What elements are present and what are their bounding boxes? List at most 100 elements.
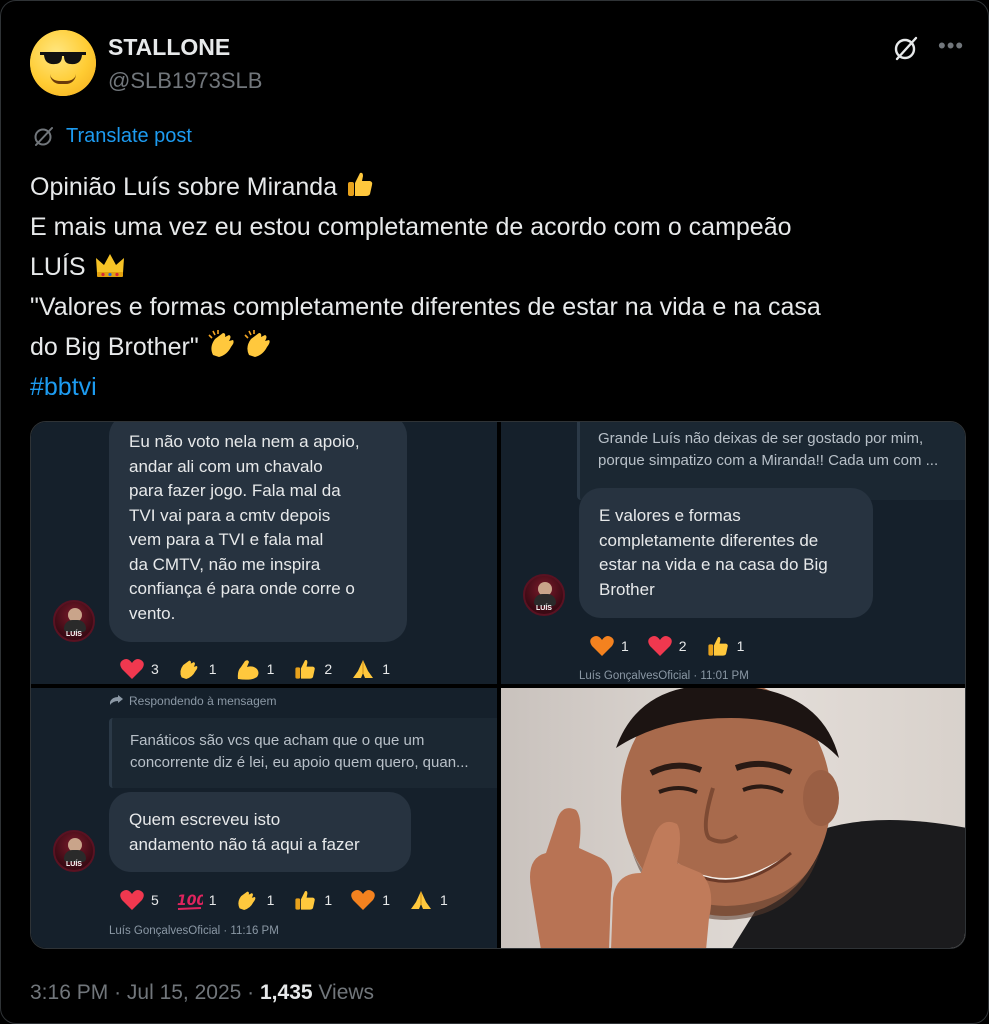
chat-message-bubble: Eu não voto nela nem a apoio, andar ali … (109, 422, 407, 642)
man-thumbs-up-photo[interactable] (501, 688, 965, 948)
reaction-count: 5 (151, 892, 159, 908)
reaction-count: 1 (266, 892, 275, 908)
orange-heart-icon (589, 634, 615, 658)
reaction-count: 1 (382, 661, 390, 677)
clapping-hands-icon (208, 330, 234, 357)
translate-label: Translate post (66, 124, 192, 147)
message-line: andamento não tá aqui a fazer (129, 834, 360, 854)
reactions-row: 1 2 1 (589, 634, 762, 658)
message-line: vento. (129, 603, 176, 623)
chat-message-bubble: E valores e formas completamente diferen… (579, 488, 873, 618)
clapping-hands-icon (235, 888, 261, 912)
message-line: completamente diferentes de (599, 530, 819, 550)
thumbs-up-icon (292, 657, 318, 681)
quoted-line: porque simpatizo com a Miranda!! Cada um… (598, 452, 939, 469)
hashtag-link[interactable]: #bbtvi (30, 367, 960, 407)
message-line: Eu não voto nela nem a apoio, (129, 432, 360, 451)
author-display-name[interactable]: STALLONE (108, 34, 230, 61)
reactions-row: 5 100 1 1 1 1 1 (119, 888, 466, 912)
chat-avatar-label: LUÍS (66, 631, 82, 638)
reaction-count: 1 (208, 892, 217, 908)
reaction-count: 2 (678, 638, 687, 654)
author-avatar[interactable] (30, 30, 96, 96)
svg-text:100: 100 (177, 893, 203, 909)
separator-dot: · (247, 981, 260, 1004)
flexed-biceps-icon (235, 657, 261, 681)
post-line-4: "Valores e formas completamente diferent… (30, 293, 821, 321)
folded-hands-icon (408, 888, 434, 912)
post-date[interactable]: Jul 15, 2025 (127, 981, 241, 1004)
post-time[interactable]: 3:16 PM (30, 981, 108, 1004)
chat-message-bubble: Quem escreveu isto andamento não tá aqui… (109, 792, 411, 872)
post-line-1-text: Opinião Luís sobre Miranda (30, 173, 338, 201)
clapping-hands-icon (244, 330, 270, 357)
photo-illustration (530, 688, 965, 948)
post-line-2: E mais uma vez eu estou completamente de… (30, 213, 792, 241)
reply-indicator: Respondendo à mensagem (109, 694, 276, 708)
chat-avatar: LUÍS (53, 600, 95, 642)
post-line-5-text: do Big Brother" (30, 333, 199, 361)
reply-label: Respondendo à mensagem (129, 694, 277, 708)
quoted-line: Grande Luís não deixas de ser gostado po… (598, 430, 924, 447)
thumbs-up-icon (292, 888, 318, 912)
translate-icon (34, 127, 53, 146)
reaction-count: 2 (324, 661, 333, 677)
message-line: Brother (599, 579, 655, 599)
chat-avatar: LUÍS (523, 574, 565, 616)
reaction-count: 1 (208, 661, 217, 677)
folded-hands-icon (350, 657, 376, 681)
views-count[interactable]: 1,435 (260, 981, 313, 1004)
grok-icon[interactable] (892, 34, 920, 62)
author-handle[interactable]: @SLB1973SLB (108, 68, 262, 94)
sunglasses-icon (40, 52, 86, 65)
reaction-count: 1 (621, 638, 629, 654)
message-line: para fazer jogo. Fala mal da (129, 481, 341, 500)
reply-arrow-icon (110, 695, 123, 705)
reaction-count: 1 (439, 892, 448, 908)
separator-dot: · (114, 981, 127, 1004)
message-meta: Luís GonçalvesOficial · 11:01 PM (579, 670, 749, 682)
post-text: Opinião Luís sobre Miranda E mais uma ve… (30, 167, 960, 407)
quoted-line: concorrente diz é lei, eu apoio quem que… (130, 754, 469, 771)
message-line: vem para a TVI e fala mal (129, 530, 324, 549)
reaction-count: 1 (382, 892, 390, 908)
post-line-3: LUÍS (30, 247, 960, 287)
crown-icon (95, 254, 124, 277)
message-line: da CMTV, não me inspira (129, 554, 321, 574)
reaction-count: 1 (266, 661, 275, 677)
post-line-5: do Big Brother" (30, 327, 960, 367)
views-label: Views (318, 981, 375, 1004)
reactions-row: 3 1 1 2 1 (119, 657, 408, 681)
reaction-count: 1 (736, 638, 745, 654)
reaction-count: 1 (324, 892, 333, 908)
media-image-1[interactable]: Eu não voto nela nem a apoio, andar ali … (31, 422, 497, 684)
post-line-1: Opinião Luís sobre Miranda (30, 167, 960, 207)
orange-heart-icon (350, 888, 376, 912)
message-meta: Luís GonçalvesOficial · 11:16 PM (109, 925, 279, 937)
message-line: TVI vai para a cmtv depois (129, 505, 331, 525)
red-heart-icon (647, 634, 673, 658)
message-line: E valores e formas (599, 506, 741, 525)
message-line: estar na vida e na casa do Big (599, 555, 828, 574)
chat-avatar-label: LUÍS (66, 861, 82, 868)
message-line: Quem escreveu isto (129, 810, 281, 829)
chat-avatar-label: LUÍS (536, 605, 552, 612)
thumbs-up-icon (348, 172, 373, 196)
red-heart-icon (119, 657, 145, 681)
translate-post-link[interactable]: Translate post (32, 124, 192, 148)
reaction-count: 3 (151, 661, 159, 677)
clapping-hands-icon (177, 657, 203, 681)
quoted-line: Fanáticos são vcs que acham que o que um (130, 732, 425, 749)
media-image-2[interactable]: Grande Luís não deixas de ser gostado po… (501, 422, 965, 684)
chat-avatar: LUÍS (53, 830, 95, 872)
hundred-points-icon: 100 (177, 888, 203, 912)
quoted-message: Fanáticos são vcs que acham que o que um… (109, 718, 497, 788)
thumbs-up-icon (705, 634, 731, 658)
post-timestamp-views: 3:16 PM · Jul 15, 2025 · 1,435 Views (30, 981, 374, 1005)
post-line-3-text: LUÍS (30, 253, 86, 281)
more-options-icon[interactable]: ••• (938, 35, 964, 57)
message-line: confiança é para onde corre o (129, 579, 355, 598)
media-image-3[interactable]: Respondendo à mensagem Fanáticos são vcs… (31, 688, 497, 948)
red-heart-icon (119, 888, 145, 912)
media-grid[interactable]: Eu não voto nela nem a apoio, andar ali … (30, 421, 966, 949)
